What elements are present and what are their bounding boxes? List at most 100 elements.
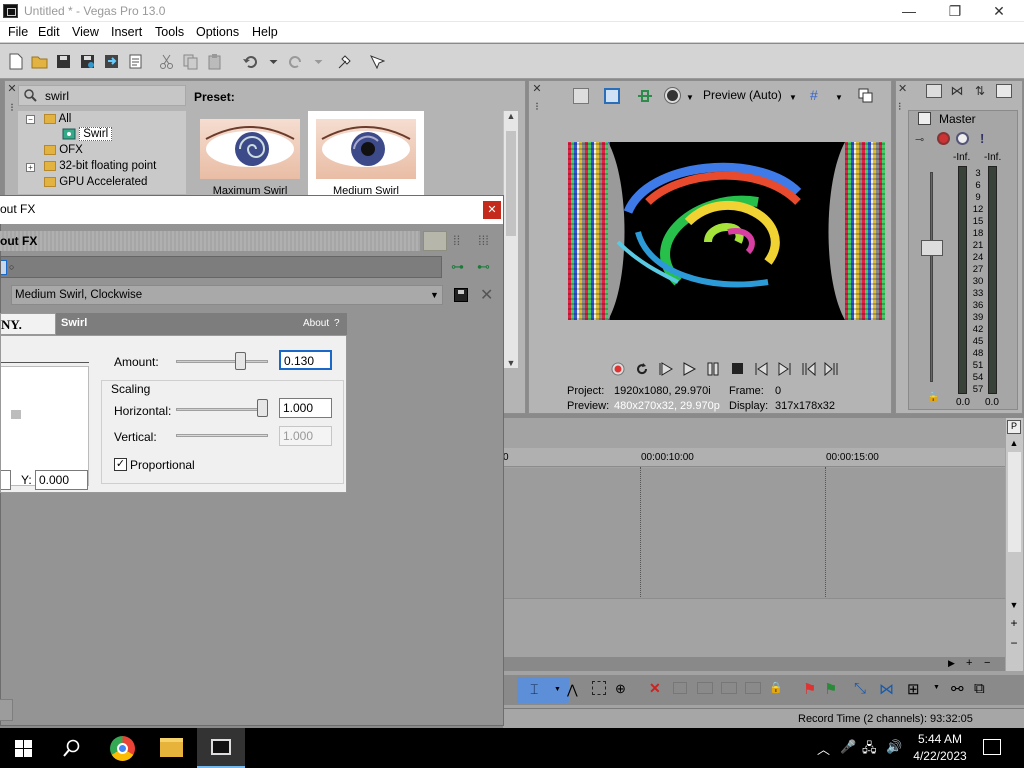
solo-icon[interactable]: ! bbox=[980, 131, 984, 146]
play-button[interactable] bbox=[681, 360, 697, 378]
minimize-button[interactable]: — bbox=[886, 0, 932, 22]
plugin-search-input[interactable]: swirl bbox=[18, 85, 186, 106]
trim-start-icon[interactable] bbox=[697, 682, 713, 694]
go-to-start-button[interactable] bbox=[753, 360, 769, 378]
help-link[interactable]: ? bbox=[334, 318, 340, 329]
record-button[interactable] bbox=[610, 360, 626, 378]
file-explorer-icon[interactable] bbox=[160, 738, 183, 757]
preset-thumbnail-medium-swirl[interactable]: Medium Swirl bbox=[308, 111, 424, 197]
mixer-downmix-icon[interactable]: ⋈ bbox=[949, 84, 965, 98]
y-input[interactable]: 0.000 bbox=[35, 470, 88, 490]
amount-input[interactable]: 0.130 bbox=[279, 350, 332, 370]
preset-scrollbar[interactable]: ▲ ▼ bbox=[503, 111, 518, 368]
play-from-start-button[interactable] bbox=[657, 360, 673, 378]
master-fader-thumb[interactable] bbox=[921, 240, 943, 256]
panel-grip[interactable]: ⁝ bbox=[898, 100, 908, 113]
tree-item-ofx[interactable]: OFX bbox=[44, 144, 83, 156]
save-preset-icon[interactable] bbox=[454, 288, 468, 302]
horizontal-slider[interactable] bbox=[176, 408, 268, 411]
mixer-properties-icon[interactable] bbox=[926, 84, 942, 98]
amount-slider-thumb[interactable] bbox=[235, 352, 247, 370]
zoom-tool-icon[interactable]: ⊕ bbox=[615, 681, 626, 697]
master-fader-track[interactable] bbox=[930, 172, 933, 382]
external-monitor-icon[interactable] bbox=[604, 88, 620, 104]
insert-region-icon[interactable]: ⚑ bbox=[824, 680, 837, 698]
scroll-down-icon[interactable]: ▼ bbox=[1007, 600, 1021, 610]
tree-item-all[interactable]: All bbox=[44, 113, 71, 125]
timeline-track[interactable] bbox=[503, 531, 1005, 599]
timeline-marker-flag-icon[interactable]: P bbox=[1007, 420, 1021, 434]
volume-icon[interactable]: 🔊 bbox=[886, 739, 902, 755]
normal-edit-tool-button[interactable]: ⌶ ▼ bbox=[517, 677, 569, 703]
about-link[interactable]: About bbox=[303, 318, 329, 329]
tree-item-swirl[interactable]: Swirl bbox=[62, 127, 113, 142]
delete-preset-icon[interactable]: ✕ bbox=[480, 285, 493, 305]
paste-icon[interactable] bbox=[206, 53, 223, 70]
scroll-right-icon[interactable]: ▶ bbox=[948, 658, 955, 669]
timeline-horizontal-scrollbar[interactable]: ▶ + − bbox=[503, 657, 1005, 671]
insert-fx-icon[interactable]: ⊸ bbox=[915, 133, 933, 146]
remove-plugin-icon[interactable]: ⊷ bbox=[477, 259, 490, 275]
search-icon[interactable] bbox=[63, 739, 81, 757]
whats-this-help-icon[interactable] bbox=[368, 53, 386, 70]
vertical-input[interactable]: 1.000 bbox=[279, 426, 332, 446]
menu-view[interactable]: View bbox=[72, 25, 99, 39]
auto-ripple-icon[interactable]: ⤡ bbox=[854, 680, 866, 697]
chain-view-button[interactable] bbox=[423, 231, 447, 251]
preview-quality-dropdown[interactable]: Preview (Auto) bbox=[703, 88, 782, 102]
preview-properties-icon[interactable] bbox=[573, 88, 589, 104]
insert-marker-icon[interactable]: ⚑ bbox=[803, 680, 816, 698]
close-window-button[interactable]: ✕ bbox=[976, 0, 1022, 22]
menu-options[interactable]: Options bbox=[196, 25, 239, 39]
vegas-taskbar-button[interactable] bbox=[197, 728, 245, 768]
envelope-tool-icon[interactable]: ⋀ bbox=[567, 682, 578, 698]
dialog-button-edge[interactable] bbox=[0, 699, 13, 721]
chevron-down-icon[interactable]: ▼ bbox=[789, 93, 797, 102]
show-hidden-icons-chevron-icon[interactable]: ︿ bbox=[817, 739, 830, 758]
trim-end-icon[interactable] bbox=[721, 682, 737, 694]
mute-icon[interactable] bbox=[956, 132, 969, 145]
master-fx-icon[interactable] bbox=[937, 132, 950, 145]
properties-icon[interactable] bbox=[127, 53, 144, 70]
mixer-dim-icon[interactable]: ⇅ bbox=[972, 84, 988, 98]
tree-item-32bit[interactable]: 32-bit floating point bbox=[44, 160, 156, 172]
zoom-out-icon[interactable]: − bbox=[1007, 636, 1021, 650]
chevron-down-icon[interactable]: ▼ bbox=[686, 93, 694, 102]
center-point-canvas[interactable] bbox=[1, 366, 89, 486]
proportional-checkbox[interactable]: ✓ bbox=[114, 458, 127, 471]
collapse-all-icon[interactable]: − bbox=[26, 115, 35, 124]
notifications-icon[interactable] bbox=[983, 739, 1001, 755]
split-icon[interactable] bbox=[745, 682, 761, 694]
loop-playback-button[interactable] bbox=[634, 360, 650, 378]
split-screen-icon[interactable] bbox=[636, 89, 654, 103]
network-icon[interactable]: 🖧 bbox=[862, 739, 877, 761]
grid-icon[interactable]: # bbox=[810, 88, 824, 102]
chevron-down-icon[interactable]: ▼ bbox=[835, 93, 843, 102]
previous-frame-button[interactable] bbox=[800, 360, 816, 378]
render-as-icon[interactable] bbox=[103, 53, 120, 70]
windows-start-icon[interactable] bbox=[15, 740, 32, 757]
fx-dialog-titlebar[interactable]: out FX bbox=[0, 196, 503, 224]
chevron-down-icon[interactable]: ▼ bbox=[933, 684, 940, 691]
selection-tool-icon[interactable] bbox=[592, 681, 606, 695]
horizontal-input[interactable]: 1.000 bbox=[279, 398, 332, 418]
copy-snapshot-icon[interactable] bbox=[858, 88, 874, 104]
chrome-icon[interactable] bbox=[110, 736, 135, 761]
menu-help[interactable]: Help bbox=[252, 25, 278, 39]
redo-history-chevron-icon[interactable] bbox=[310, 53, 323, 70]
zoom-in-horizontal-icon[interactable]: + bbox=[966, 657, 972, 669]
save-as-icon[interactable] bbox=[79, 53, 96, 70]
stop-button[interactable] bbox=[729, 360, 745, 378]
horizontal-slider-thumb[interactable] bbox=[257, 399, 268, 417]
grid-view-icon[interactable]: ⁞⁞⁞ bbox=[478, 233, 489, 248]
menu-insert[interactable]: Insert bbox=[111, 25, 142, 39]
menu-tools[interactable]: Tools bbox=[155, 25, 184, 39]
expand-icon[interactable]: + bbox=[26, 163, 35, 172]
panel-grip[interactable]: ⁝ bbox=[531, 100, 543, 113]
lock-events-icon[interactable]: 🔒 bbox=[769, 681, 783, 694]
auto-crossfade-icon[interactable]: ⚯ bbox=[951, 680, 964, 698]
copy-icon[interactable] bbox=[182, 53, 199, 70]
go-to-end-button[interactable] bbox=[777, 360, 793, 378]
zoom-in-icon[interactable]: + bbox=[1007, 616, 1021, 630]
list-view-icon[interactable]: ⁞⁞ bbox=[453, 233, 460, 248]
